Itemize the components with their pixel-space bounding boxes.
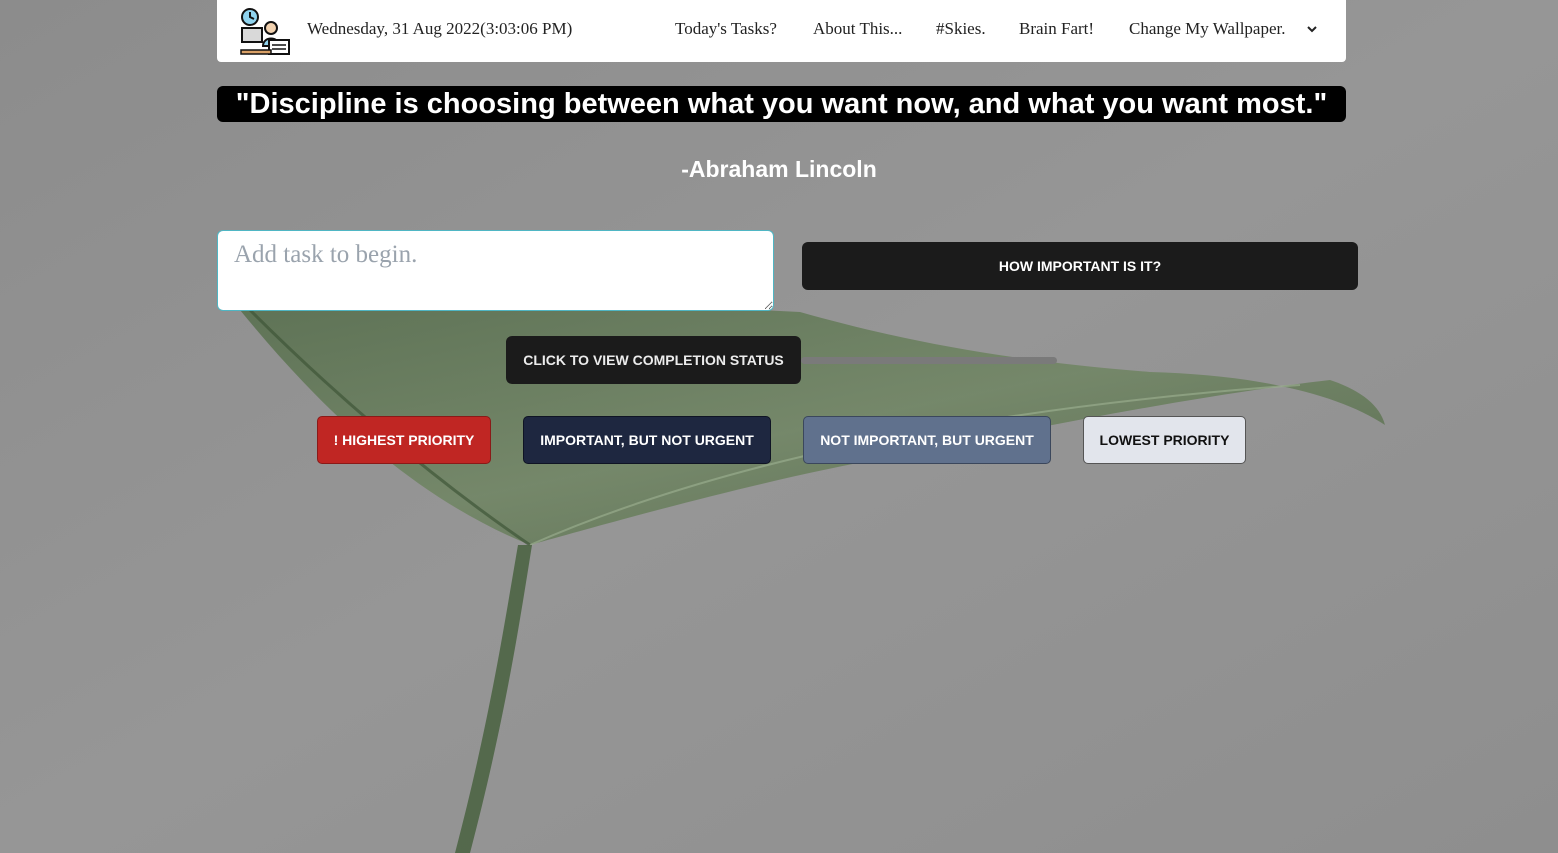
nav-brain-fart[interactable]: Brain Fart!	[1019, 19, 1094, 39]
chevron-down-icon[interactable]	[1305, 22, 1319, 36]
not-important-urgent-button[interactable]: NOT IMPORTANT, BUT URGENT	[803, 416, 1051, 464]
important-not-urgent-button[interactable]: IMPORTANT, BUT NOT URGENT	[523, 416, 771, 464]
completion-status-button[interactable]: CLICK TO VIEW COMPLETION STATUS	[506, 336, 801, 384]
quote-text: "Discipline is choosing between what you…	[217, 86, 1346, 122]
highest-priority-button[interactable]: ! HIGHEST PRIORITY	[317, 416, 491, 464]
nav-links: Today's Tasks? About This... #Skies. Bra…	[217, 19, 1346, 43]
nav-change-wallpaper[interactable]: Change My Wallpaper.	[1129, 19, 1285, 39]
quote-author: -Abraham Lincoln	[681, 156, 877, 182]
completion-progress-bar	[801, 357, 1057, 364]
lowest-priority-button[interactable]: LOWEST PRIORITY	[1083, 416, 1246, 464]
importance-dropdown-button[interactable]: HOW IMPORTANT IS IT?	[802, 242, 1358, 290]
wallpaper-background	[0, 0, 1558, 853]
nav-skies[interactable]: #Skies.	[936, 19, 986, 39]
nav-about-this[interactable]: About This...	[813, 19, 902, 39]
task-input[interactable]	[217, 230, 774, 311]
top-navbar: Wednesday, 31 Aug 2022(3:03:06 PM) Today…	[217, 0, 1346, 62]
nav-todays-tasks[interactable]: Today's Tasks?	[675, 19, 777, 39]
